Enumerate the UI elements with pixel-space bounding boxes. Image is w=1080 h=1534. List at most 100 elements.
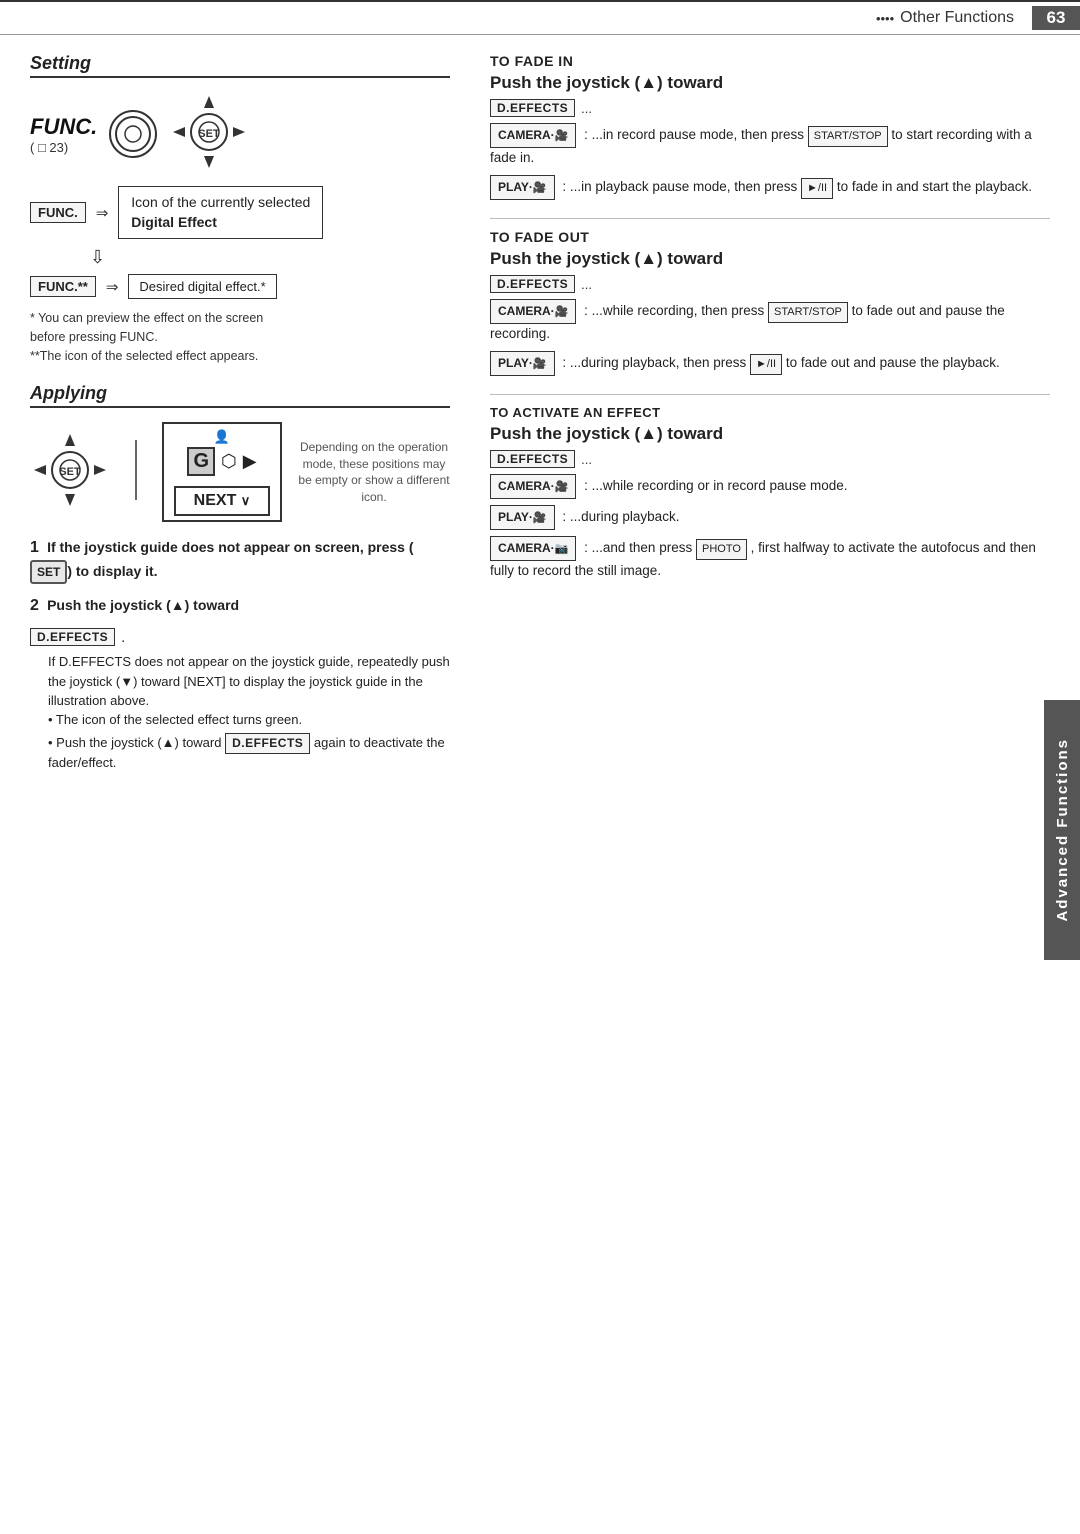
fade-out-section: To Fade Out Push the joystick (▲) toward… bbox=[490, 229, 1050, 376]
screen-center-row: G ⬡ ▶ bbox=[187, 447, 256, 476]
fade-in-dots: ... bbox=[581, 101, 592, 116]
ctrl-diagram: SET 👤 bbox=[30, 422, 450, 522]
footnote1b-text: before pressing FUNC. bbox=[30, 330, 158, 344]
func-circle-icon bbox=[109, 110, 157, 158]
step-1-bold: If the joystick guide does not appear on… bbox=[47, 539, 413, 555]
g-icon: G bbox=[187, 447, 215, 476]
icon-callout-box: Icon of the currently selected Digital E… bbox=[118, 186, 323, 239]
fade-in-heading: To Fade In bbox=[490, 53, 1050, 69]
left-column: Setting FUNC. ( □ 23) bbox=[30, 53, 450, 786]
footnote1: * You can preview the effect on the scre… bbox=[30, 309, 450, 347]
screen-slot-top: 👤 bbox=[214, 429, 230, 445]
right-arrow-icon: ▶ bbox=[243, 451, 257, 472]
fade-out-camera-text2: : ...while recording, then press bbox=[584, 303, 764, 318]
step-1-text: If the joystick guide does not appear on… bbox=[30, 539, 414, 579]
set-badge: SET bbox=[30, 560, 67, 584]
divider-2 bbox=[490, 394, 1050, 395]
down-arrow: ⇩ bbox=[90, 247, 450, 268]
fade-out-dots: ... bbox=[581, 277, 592, 292]
arrow-right-2: ⇒ bbox=[106, 278, 119, 296]
header-title: Other Functions bbox=[900, 9, 1014, 27]
step-2-detail-text: If D.EFFECTS does not appear on the joys… bbox=[48, 654, 450, 708]
next-button[interactable]: NEXT ∨ bbox=[174, 482, 271, 516]
divider-1 bbox=[490, 218, 1050, 219]
side-tab: Advanced Functions bbox=[1044, 700, 1080, 960]
fade-in-camera-para: CAMERA·🎥 : ...in record pause mode, then… bbox=[490, 123, 1050, 169]
fade-out-play-para: PLAY·🎥 : ...during playback, then press … bbox=[490, 351, 1050, 376]
svg-text:SET: SET bbox=[59, 466, 81, 478]
activate-dots: ... bbox=[581, 452, 592, 467]
step2-period: . bbox=[121, 629, 125, 646]
func-label-block: FUNC. ( □ 23) bbox=[30, 114, 97, 155]
step-2-detail: If D.EFFECTS does not appear on the joys… bbox=[48, 652, 450, 711]
step-1-bold2: ) to display it. bbox=[67, 563, 157, 579]
d-effects-row: D.EFFECTS . bbox=[30, 628, 450, 646]
activate-section: To Activate an Effect Push the joystick … bbox=[490, 405, 1050, 582]
set-joystick: SET bbox=[169, 92, 249, 176]
activate-play-text3: : ...during playback. bbox=[562, 509, 679, 524]
screen-display: 👤 G ⬡ ▶ NEXT ∨ bbox=[162, 422, 282, 522]
activate-play-para: PLAY·🎥 : ...during playback. bbox=[490, 505, 1050, 530]
connector-line bbox=[126, 430, 146, 514]
activate-camera-text3: : ...while recording or in record pause … bbox=[584, 478, 847, 493]
camera-badge-2: CAMERA·🎥 bbox=[490, 299, 576, 324]
activate-heading-text: To Activate an Effect bbox=[490, 405, 661, 420]
bullet-2-text: • Push the joystick (▲) toward bbox=[48, 735, 221, 750]
chevron-icon: ∨ bbox=[241, 493, 251, 508]
applying-note: Depending on the operation mode, these p… bbox=[298, 439, 450, 506]
person-icon: 👤 bbox=[214, 429, 230, 444]
bullet-2: • Push the joystick (▲) toward D.EFFECTS… bbox=[48, 733, 450, 772]
play-badge-3: PLAY·🎥 bbox=[490, 505, 555, 530]
func-label: FUNC. bbox=[30, 114, 97, 140]
footnote2: **The icon of the selected effect appear… bbox=[30, 347, 450, 366]
icon-callout-line2: Digital Effect bbox=[131, 214, 217, 230]
desired-box: Desired digital effect.* bbox=[128, 274, 276, 299]
step-2-bold: Push the joystick (▲) toward bbox=[47, 597, 239, 613]
side-tab-label: Advanced Functions bbox=[1054, 738, 1071, 922]
fade-out-d-effects: D.EFFECTS ... bbox=[490, 275, 1050, 293]
d-effects-badge-step2: D.EFFECTS bbox=[30, 628, 115, 646]
fade-out-camera-para: CAMERA·🎥 : ...while recording, then pres… bbox=[490, 299, 1050, 345]
applying-note-text: Depending on the operation mode, these p… bbox=[298, 440, 449, 504]
footnote1-text: * You can preview the effect on the scre… bbox=[30, 311, 263, 325]
icon-callout-row: FUNC. ⇒ Icon of the currently selected D… bbox=[30, 186, 450, 239]
bullet-1: • The icon of the selected effect turns … bbox=[48, 711, 450, 729]
func-row: FUNC. ( □ 23) bbox=[30, 92, 450, 176]
diamond-icon: ⬡ bbox=[221, 451, 237, 472]
left-joystick: SET bbox=[30, 430, 110, 514]
steps: 1 If the joystick guide does not appear … bbox=[30, 536, 450, 772]
fade-out-push: Push the joystick (▲) toward bbox=[490, 249, 1050, 269]
func-sub: ( □ 23) bbox=[30, 140, 97, 155]
right-column: To Fade In Push the joystick (▲) toward … bbox=[480, 53, 1050, 786]
func-sub-text: ( □ 23) bbox=[30, 140, 68, 155]
icon-callout-line1: Icon of the currently selected bbox=[131, 194, 310, 210]
activate-d-effects: D.EFFECTS ... bbox=[490, 450, 1050, 468]
step-1: 1 If the joystick guide does not appear … bbox=[30, 536, 450, 584]
camera-badge-1: CAMERA·🎥 bbox=[490, 123, 576, 148]
applying-section: Applying SET bbox=[30, 383, 450, 772]
svg-text:SET: SET bbox=[199, 128, 221, 140]
d-effects-badge-fadein: D.EFFECTS bbox=[490, 99, 575, 117]
activate-heading: To Activate an Effect bbox=[490, 405, 1050, 420]
step-1-num: 1 bbox=[30, 539, 39, 556]
fade-in-play-text1b: to fade in and start the playback. bbox=[837, 179, 1032, 194]
step-2-text: Push the joystick (▲) toward bbox=[47, 597, 239, 613]
fade-in-play-para: PLAY·🎥 : ...in playback pause mode, then… bbox=[490, 175, 1050, 200]
activate-camera-para2: CAMERA·📷 : ...and then press PHOTO , fir… bbox=[490, 536, 1050, 582]
play-badge-1: PLAY·🎥 bbox=[490, 175, 555, 200]
d-effects-badge-bullet: D.EFFECTS bbox=[225, 733, 310, 754]
step-2: 2 Push the joystick (▲) toward bbox=[30, 594, 450, 618]
start-stop-badge-2: START/STOP bbox=[768, 302, 848, 323]
fade-in-d-effects: D.EFFECTS ... bbox=[490, 99, 1050, 117]
func-box-1: FUNC. bbox=[30, 202, 86, 223]
play-badge-2: PLAY·🎥 bbox=[490, 351, 555, 376]
fade-out-heading: To Fade Out bbox=[490, 229, 1050, 245]
page-header: •••• Other Functions 63 bbox=[0, 0, 1080, 35]
fade-in-heading-text: To Fade In bbox=[490, 53, 573, 69]
activate-camera-text4: : ...and then press bbox=[584, 540, 692, 555]
next-btn-label: NEXT ∨ bbox=[174, 486, 271, 516]
fade-in-play-text1: : ...in playback pause mode, then press bbox=[562, 179, 797, 194]
func-star-box: FUNC.** bbox=[30, 276, 96, 297]
fade-out-play-text2b: to fade out and pause the playback. bbox=[786, 355, 1000, 370]
footnotes: * You can preview the effect on the scre… bbox=[30, 309, 450, 365]
